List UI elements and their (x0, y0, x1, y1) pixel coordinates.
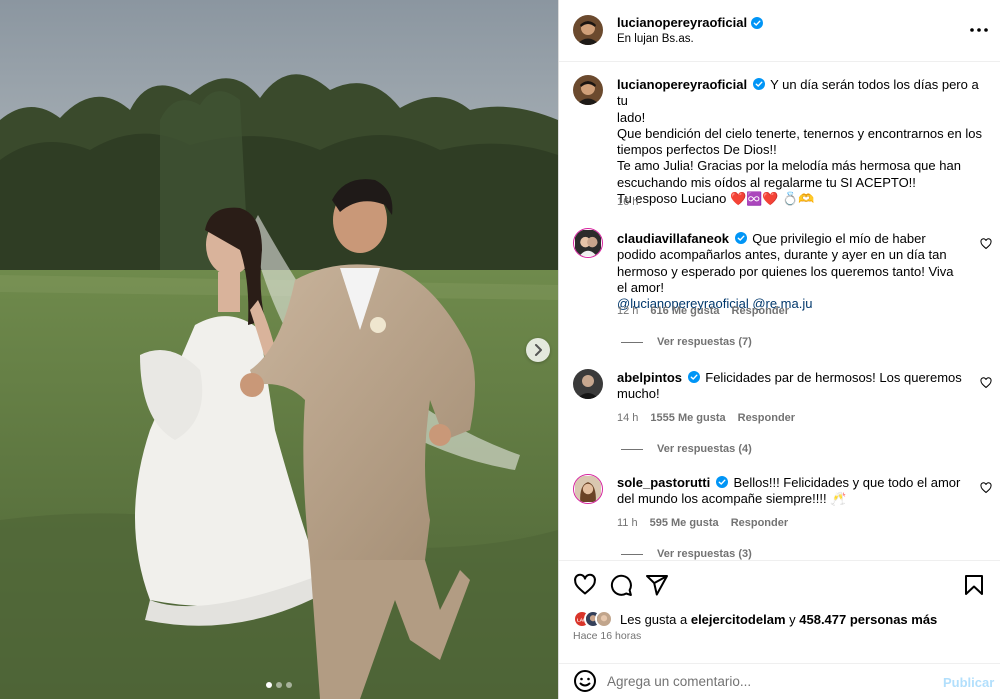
more-icon[interactable] (967, 22, 991, 38)
verified-icon (715, 476, 728, 488)
chevron-right-icon (535, 344, 542, 356)
author-username[interactable]: lucianopereyraoficial (617, 15, 764, 30)
post-media (0, 0, 558, 699)
comment-text: sole_pastorutti Bellos!!! Felicidades y … (617, 475, 962, 508)
carousel-dot (286, 682, 292, 688)
view-replies-label: Ver respuestas (7) (657, 336, 752, 348)
comment-meta: 14 h 1555 Me gusta Responder (617, 412, 795, 424)
verified-icon (751, 16, 764, 29)
verified-icon (752, 78, 765, 90)
add-comment-bar: Publicar (559, 663, 1000, 699)
comment-reply-button[interactable]: Responder (732, 305, 789, 317)
likes-middle: y (789, 611, 796, 627)
bookmark-icon[interactable] (962, 573, 986, 597)
likes-text: Les gusta a elejercitodelam y 458.477 pe… (620, 612, 937, 627)
author-name[interactable]: lucianopereyraoficial (617, 15, 747, 30)
view-replies-label: Ver respuestas (4) (657, 443, 752, 455)
view-replies-button[interactable]: Ver respuestas (3) (621, 548, 752, 560)
liker-avatar (595, 610, 613, 628)
comment-reply-button[interactable]: Responder (738, 412, 795, 424)
comment-icon[interactable] (609, 573, 633, 597)
comment-likes[interactable]: 616 Me gusta (650, 305, 719, 317)
post-side-panel: lucianopereyraoficial En lujan Bs.as. lu… (558, 0, 1000, 699)
caption-line: tiempos perfectos De Dios!! (617, 142, 777, 158)
replies-divider (621, 553, 643, 555)
heart-icon[interactable] (980, 238, 992, 250)
comment-text: abelpintos Felicidades par de hermosos! … (617, 370, 962, 403)
comment-time: 14 h (617, 412, 639, 424)
comment-meta: 12 h 616 Me gusta Responder (617, 305, 789, 317)
comment-input[interactable] (607, 670, 927, 692)
post-caption: lucianopereyraoficial Y un día serán tod… (617, 77, 982, 207)
carousel-next-button[interactable] (526, 338, 550, 362)
carousel-dot (266, 682, 272, 688)
post-dialog: lucianopereyraoficial En lujan Bs.as. lu… (0, 0, 1000, 699)
replies-divider (621, 341, 643, 343)
post-time[interactable]: Hace 16 horas (573, 630, 641, 642)
carousel-indicator (0, 682, 558, 688)
caption-line: lado! (617, 109, 646, 125)
post-location[interactable]: En lujan Bs.as. (617, 33, 694, 45)
comment-avatar[interactable] (573, 369, 603, 399)
caption-time: 16 h (617, 196, 639, 208)
share-icon[interactable] (645, 573, 669, 597)
heart-icon[interactable] (573, 573, 597, 597)
author-avatar[interactable] (573, 15, 603, 45)
likes-count[interactable]: 458.477 personas más (799, 612, 937, 627)
caption-line: Que bendición del cielo tenerte, tenerno… (617, 125, 982, 141)
replies-divider (621, 448, 643, 450)
emoji-icon[interactable] (573, 669, 597, 693)
view-replies-button[interactable]: Ver respuestas (7) (621, 336, 752, 348)
comments-list[interactable]: lucianopereyraoficial Y un día serán tod… (559, 63, 1000, 560)
likes-prefix: Les gusta a (620, 611, 688, 627)
likes-summary[interactable]: LAM Les gusta a elejercitodelam y 458.47… (573, 610, 937, 628)
view-replies-button[interactable]: Ver respuestas (4) (621, 443, 752, 455)
wedding-photo (0, 0, 558, 699)
comment-username[interactable]: abelpintos (617, 370, 682, 385)
comment-username[interactable]: claudiavillafaneok (617, 231, 729, 246)
post-header: lucianopereyraoficial En lujan Bs.as. (559, 0, 1000, 62)
comment-time: 11 h (617, 517, 638, 529)
heart-icon[interactable] (980, 482, 992, 494)
comment-likes[interactable]: 1555 Me gusta (650, 412, 725, 424)
likes-user[interactable]: elejercitodelam (691, 612, 786, 627)
view-replies-label: Ver respuestas (3) (657, 548, 752, 560)
comment-likes[interactable]: 595 Me gusta (650, 517, 719, 529)
verified-icon (687, 371, 700, 383)
caption-line: Te amo Julia! Gracias por la melodía más… (617, 158, 961, 174)
caption-line: escuchando mis oídos al regalarme tu SI … (617, 174, 916, 190)
publish-button[interactable]: Publicar (943, 675, 994, 690)
comment-meta: 11 h 595 Me gusta Responder (617, 517, 788, 529)
caption-line: Tu esposo Luciano ❤️♾️❤️ 💍🫶 (617, 191, 815, 207)
comment-text: claudiavillafaneok Que privilegio el mío… (617, 231, 962, 312)
comment-reply-button[interactable]: Responder (731, 517, 788, 529)
verified-icon (734, 232, 747, 244)
post-actions: LAM Les gusta a elejercitodelam y 458.47… (559, 560, 1000, 699)
comment-avatar[interactable] (573, 228, 603, 258)
comment-avatar[interactable] (573, 474, 603, 504)
caption-avatar[interactable] (573, 75, 603, 105)
carousel-dot (276, 682, 282, 688)
heart-icon[interactable] (980, 377, 992, 389)
caption-username[interactable]: lucianopereyraoficial (617, 77, 747, 92)
comment-username[interactable]: sole_pastorutti (617, 475, 710, 490)
comment-time: 12 h (617, 305, 639, 317)
